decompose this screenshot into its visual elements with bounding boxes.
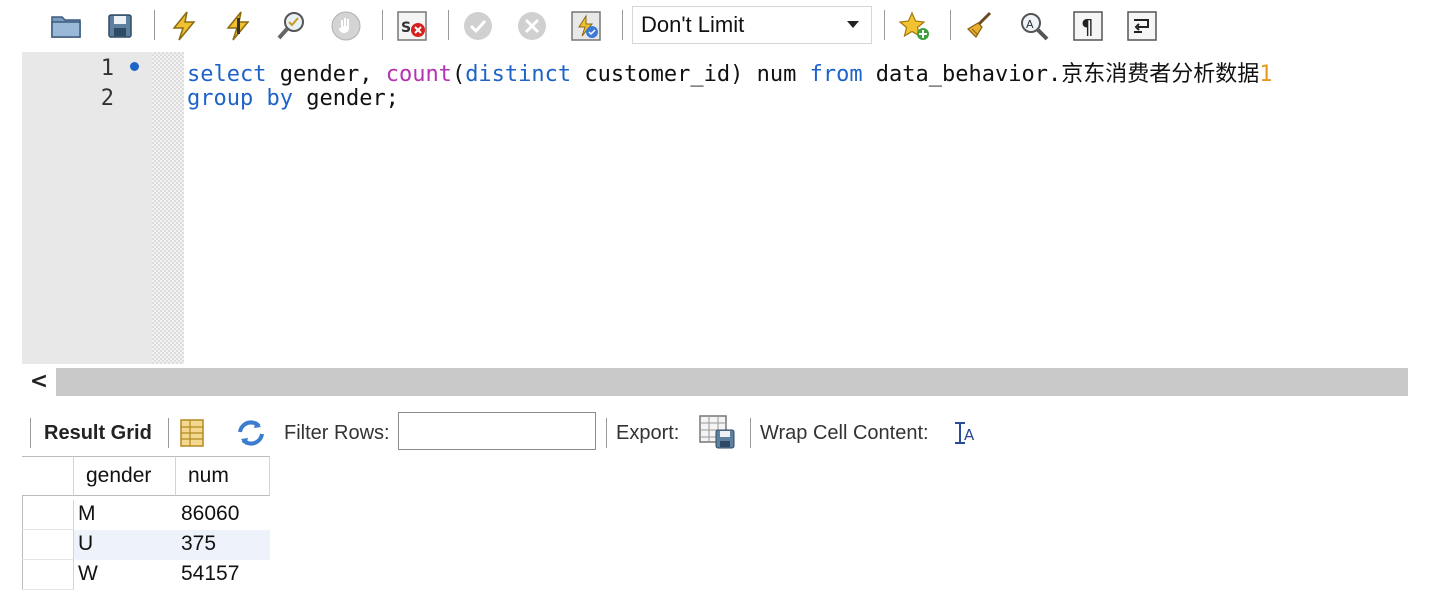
toolbar-separator bbox=[606, 418, 607, 448]
statement-marker-icon bbox=[130, 62, 139, 71]
cell-num[interactable]: 86060 bbox=[181, 502, 239, 526]
result-grid: gender num M 86060 U 375 W 54157 bbox=[22, 456, 270, 590]
code-line-2[interactable]: group by gender; bbox=[187, 86, 399, 111]
refresh-icon[interactable] bbox=[234, 418, 268, 448]
scrollbar-thumb[interactable] bbox=[56, 368, 1408, 396]
form-editor-icon[interactable] bbox=[178, 418, 208, 448]
table-row[interactable]: M 86060 bbox=[22, 500, 270, 530]
beautify-icon[interactable] bbox=[962, 8, 998, 44]
limit-rows-value: Don't Limit bbox=[641, 12, 745, 37]
toolbar-separator bbox=[382, 10, 383, 40]
save-icon[interactable] bbox=[102, 8, 138, 44]
toolbar-separator bbox=[950, 10, 951, 40]
code-text: ( bbox=[451, 62, 466, 87]
selected-row-highlight bbox=[74, 530, 270, 560]
keyword-from: from bbox=[809, 62, 863, 87]
toolbar-separator bbox=[750, 418, 751, 448]
explain-icon[interactable] bbox=[274, 8, 310, 44]
toolbar-separator bbox=[168, 418, 169, 448]
cell-gender[interactable]: U bbox=[78, 532, 93, 556]
code-text: gender; bbox=[292, 86, 399, 111]
limit-rows-select[interactable]: Don't Limit bbox=[632, 6, 872, 44]
svg-text:A: A bbox=[1026, 18, 1034, 31]
wrap-cell-toggle-icon[interactable]: A bbox=[952, 420, 978, 446]
open-folder-icon[interactable] bbox=[48, 8, 84, 44]
sql-editor-toolbar: S Don't Limit A ¶ bbox=[0, 0, 1436, 52]
toolbar-separator bbox=[448, 10, 449, 40]
column-header-gender[interactable]: gender bbox=[74, 456, 176, 496]
autocommit-icon[interactable] bbox=[568, 8, 604, 44]
wrap-icon[interactable] bbox=[1124, 8, 1160, 44]
dropdown-arrow-icon[interactable] bbox=[839, 11, 867, 39]
cell-num[interactable]: 375 bbox=[181, 532, 216, 556]
cell-gender[interactable]: M bbox=[78, 502, 96, 526]
table-row[interactable]: W 54157 bbox=[22, 560, 270, 590]
table-name: data_behavior.京东消费者分析数据 bbox=[862, 62, 1260, 87]
keyword-distinct: distinct bbox=[465, 62, 572, 87]
cell-gender[interactable]: W bbox=[78, 562, 98, 586]
keyword-select: select bbox=[187, 62, 267, 87]
scroll-left-arrow-icon[interactable]: < bbox=[22, 366, 56, 396]
toolbar-separator bbox=[154, 10, 155, 40]
cell-num[interactable]: 54157 bbox=[181, 562, 239, 586]
number-literal: 1 bbox=[1259, 62, 1273, 87]
execute-current-icon[interactable] bbox=[220, 8, 256, 44]
row-selector[interactable] bbox=[22, 560, 74, 590]
export-label: Export: bbox=[616, 422, 680, 444]
code-text: gender, bbox=[266, 62, 386, 87]
row-selector[interactable] bbox=[22, 530, 74, 560]
export-icon[interactable] bbox=[698, 414, 736, 450]
code-line-1[interactable]: select gender, count(distinct customer_i… bbox=[187, 56, 1273, 88]
svg-text:A: A bbox=[964, 426, 975, 444]
svg-text:¶: ¶ bbox=[1081, 15, 1094, 39]
add-snippet-icon[interactable] bbox=[896, 8, 932, 44]
invisible-chars-icon[interactable]: ¶ bbox=[1070, 8, 1106, 44]
row-selector[interactable] bbox=[22, 500, 74, 530]
code-text: customer_id) num bbox=[571, 62, 810, 87]
filter-rows-label: Filter Rows: bbox=[284, 422, 390, 444]
line-number: 2 bbox=[100, 86, 114, 111]
toolbar-separator bbox=[622, 10, 623, 40]
column-header-num[interactable]: num bbox=[176, 456, 270, 496]
find-icon[interactable]: A bbox=[1016, 8, 1052, 44]
row-selector-header[interactable] bbox=[22, 456, 74, 496]
result-grid-tab[interactable]: Result Grid bbox=[44, 422, 152, 445]
fold-margin bbox=[152, 52, 184, 364]
toolbar-separator bbox=[884, 10, 885, 40]
commit-icon[interactable] bbox=[460, 8, 496, 44]
result-toolbar: Result Grid Filter Rows: Export: Wrap Ce… bbox=[22, 410, 1436, 456]
function-count: count bbox=[385, 62, 452, 87]
line-number: 1 bbox=[100, 56, 114, 81]
rollback-icon[interactable] bbox=[514, 8, 550, 44]
keyword-group-by: group by bbox=[187, 86, 293, 111]
filter-rows-input[interactable] bbox=[398, 412, 596, 450]
wrap-cell-content-label: Wrap Cell Content: bbox=[760, 422, 929, 444]
execute-icon[interactable] bbox=[166, 8, 202, 44]
toggle-error-icon[interactable]: S bbox=[394, 8, 430, 44]
stop-icon[interactable] bbox=[328, 8, 364, 44]
svg-text:S: S bbox=[401, 20, 411, 36]
horizontal-scrollbar[interactable]: < bbox=[22, 366, 1436, 398]
table-row[interactable]: U 375 bbox=[22, 530, 270, 560]
toolbar-separator bbox=[30, 418, 31, 448]
